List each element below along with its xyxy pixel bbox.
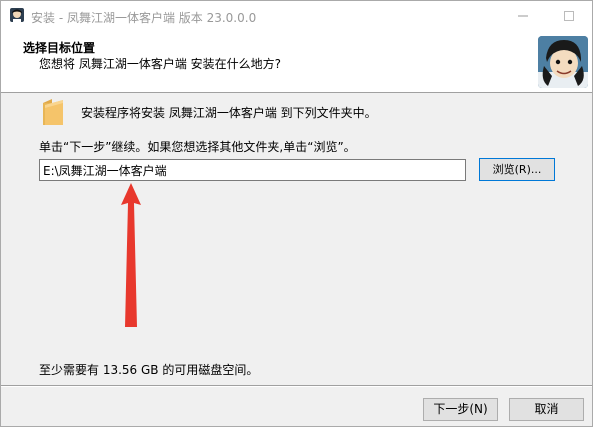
footer-divider xyxy=(1,385,592,387)
installer-app-icon xyxy=(10,8,24,22)
instructions-text: 单击“下一步”继续。如果您想选择其他文件夹,单击“浏览”。 xyxy=(39,140,356,154)
page-subtitle: 您想将 凤舞江湖一体客户端 安装在什么地方? xyxy=(39,57,281,71)
installer-window: 安装 - 凤舞江湖一体客户端 版本 23.0.0.0 选择目标位置 您想将 凤舞… xyxy=(0,0,593,427)
wizard-header: 选择目标位置 您想将 凤舞江湖一体客户端 安装在什么地方? xyxy=(1,31,592,93)
install-info-text: 安装程序将安装 凤舞江湖一体客户端 到下列文件夹中。 xyxy=(81,106,377,120)
game-character-logo xyxy=(538,36,588,88)
space-required-text: 至少需要有 13.56 GB 的可用磁盘空间。 xyxy=(39,363,259,377)
maximize-icon xyxy=(564,11,574,21)
page-title: 选择目标位置 xyxy=(23,41,96,55)
minimize-button[interactable] xyxy=(500,1,546,31)
red-arrow-icon xyxy=(121,183,141,327)
maximize-button[interactable] xyxy=(546,1,592,31)
window-title: 安装 - 凤舞江湖一体客户端 版本 23.0.0.0 xyxy=(31,11,257,25)
title-bar: 安装 - 凤舞江湖一体客户端 版本 23.0.0.0 xyxy=(1,1,592,31)
install-path-input[interactable] xyxy=(39,159,466,181)
folder-icon xyxy=(43,99,63,125)
next-button[interactable]: 下一步(N) xyxy=(423,398,498,421)
minimize-icon xyxy=(518,15,528,17)
browse-button[interactable]: 浏览(R)... xyxy=(479,158,555,181)
cancel-button[interactable]: 取消 xyxy=(509,398,584,421)
